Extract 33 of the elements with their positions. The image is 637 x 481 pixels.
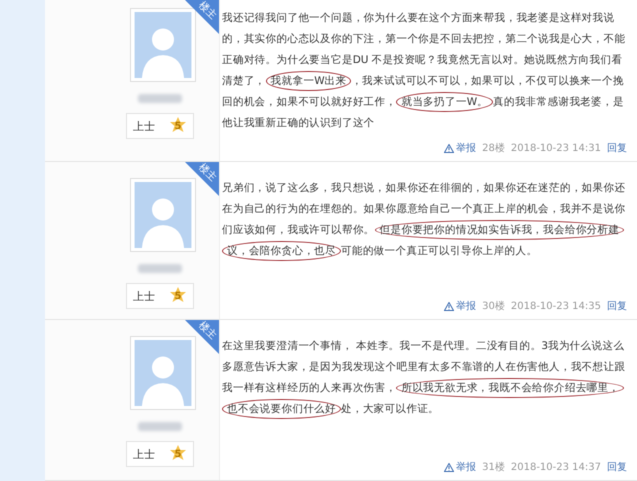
reply-link[interactable]: 回复 [607,141,627,155]
op-ribbon: 楼主 [185,162,219,196]
post-text: 我还记得我问了他一个问题，你为什么要在这个方面来帮我，我老婆是这样对我说的，其实你的心态以及你的下注，第一个你是不回去把控，第二个说我是心大，不能正确对待。为什么要当它是DU 不是投资呢？我竟然无言以对。她说既然方向我们看清楚了， 我就拿一W出来 ，我来试试可以不可以，如果可以，不仅可以换来一个挽回的机会，如果不可以就好好工作， 就当多扔了一W。 真的我非常感谢我老婆，是他让我重新正确的认识到了这个 [222,11,626,131]
floor-number: 28楼 [482,142,505,155]
avatar-icon [130,336,196,410]
post-time: 2018-10-23 14:35 [510,300,601,312]
reply-link[interactable]: 回复 [607,299,627,313]
op-ribbon: 楼主 [185,0,219,34]
report-link[interactable]: 举报 [444,460,476,474]
report-link[interactable]: 举报 [444,299,476,313]
op-ribbon: 楼主 [185,320,219,354]
blurred-username-drawing [138,422,182,431]
avatar-icon [130,178,196,252]
reply-link[interactable]: 回复 [607,460,627,474]
blurred-username-drawing [138,264,182,273]
floor-number: 30楼 [482,300,505,313]
warning-icon [444,462,454,472]
avatar-icon [130,8,196,82]
post-text: 在这里我要澄清一个事情， 本姓李。我一不是代理。二没有目的。3我为什么说这么多愿意告诉大家，是因为我发现这个吧里有太多不靠谱的人在伤害他人，我不想让跟我一样有这样经历的人来再次伤害， 所以我无欲无求，我既不会给你介绍去哪里，也不会说要你们什么好 处，大家可以作证。 [222,336,627,460]
rank-label: 上士 [133,118,155,134]
post-text: 兄弟们，说了这么多，我只想说，如果你还在徘徊的，如果你还在迷茫的，如果你还在为自己的行为的在埋怨的。如果你愿意给自己一个真正上岸的机会，我并不是说你们应该如何，我或许可以帮你。 但是你要把你的情况如实告诉我，我会给你分析建议，会陪你贪心，也尽 可能的做一个真正可以引导你上岸的人。 [222,178,627,299]
report-link[interactable]: 举报 [444,141,476,155]
level-badge: 5 [169,287,187,305]
blurred-username-drawing [138,94,182,103]
warning-icon [444,144,454,152]
floor-number: 31楼 [482,460,505,474]
post-time: 2018-10-23 14:31 [510,142,601,154]
rank-label: 上士 [133,288,155,304]
post-time: 2018-10-23 14:37 [510,462,601,472]
level-badge: 5 [169,117,187,135]
rank-label: 上士 [133,446,155,462]
warning-icon [444,302,454,310]
level-badge: 5 [169,445,187,463]
